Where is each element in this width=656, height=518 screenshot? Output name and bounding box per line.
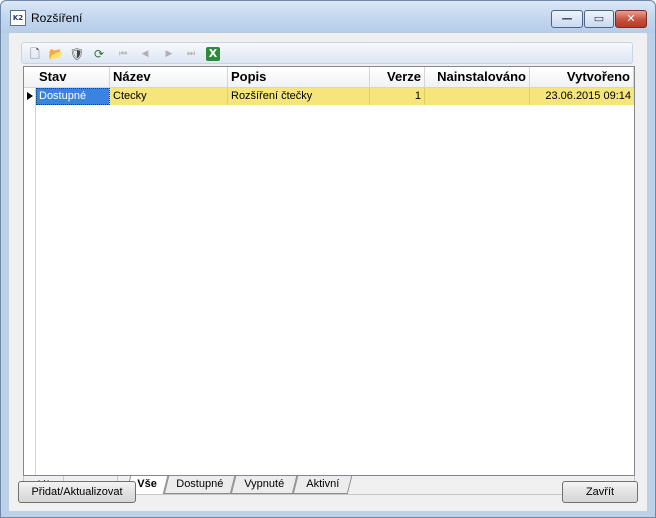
title-bar[interactable]: K2 Rozšíření — ▭ ✕ xyxy=(1,1,655,33)
tab-label: Dostupné xyxy=(176,478,224,490)
cell-nainstalovano[interactable] xyxy=(425,88,530,105)
tab-label: Aktivní xyxy=(306,478,340,490)
row-indicator-column xyxy=(24,67,36,475)
column-header-stav[interactable]: Stav xyxy=(36,67,110,88)
table-row[interactable]: Dostupné Ctecky Rozšíření čtečky 1 23.06… xyxy=(36,88,634,105)
first-record-icon[interactable]: ⏮ xyxy=(114,45,132,63)
add-update-button[interactable]: Přidat/Aktualizovat xyxy=(18,481,136,503)
tab-dostupne[interactable]: Dostupné xyxy=(163,476,236,494)
column-header-verze[interactable]: Verze xyxy=(370,67,425,88)
extensions-window: K2 Rozšíření — ▭ ✕ 🗋 📂 🛡 ⟳ ⏮ ◀ ▶ ⏭ X Sta… xyxy=(0,0,656,518)
tab-aktivni[interactable]: Aktivní xyxy=(292,476,353,494)
cell-popis[interactable]: Rozšíření čtečky xyxy=(228,88,370,105)
toolbar: 🗋 📂 🛡 ⟳ ⏮ ◀ ▶ ⏭ X xyxy=(21,42,633,64)
tab-vypnute[interactable]: Vypnuté xyxy=(230,476,298,494)
previous-record-icon[interactable]: ◀ xyxy=(136,45,154,63)
grid-header: Stav Název Popis Verze Nainstalováno Vyt… xyxy=(24,67,634,88)
minimize-button[interactable]: — xyxy=(551,10,583,28)
refresh-icon[interactable]: ⟳ xyxy=(90,45,108,63)
cell-vytvoreno[interactable]: 23.06.2015 09:14 xyxy=(530,88,634,105)
new-document-icon[interactable]: 🗋 xyxy=(26,45,44,63)
window-title: Rozšíření xyxy=(31,11,83,25)
last-record-icon[interactable]: ⏭ xyxy=(182,45,200,63)
excel-export-icon[interactable]: X xyxy=(206,47,220,61)
shield-icon[interactable]: 🛡 xyxy=(68,45,86,63)
cell-stav[interactable]: Dostupné xyxy=(36,88,110,105)
column-header-nazev[interactable]: Název xyxy=(110,67,228,88)
next-record-icon[interactable]: ▶ xyxy=(160,45,178,63)
current-row-indicator-icon xyxy=(27,92,33,100)
maximize-button[interactable]: ▭ xyxy=(584,10,614,28)
column-header-vytvoreno[interactable]: Vytvořeno xyxy=(530,67,634,88)
cell-verze[interactable]: 1 xyxy=(370,88,425,105)
tab-label: Vypnuté xyxy=(244,478,285,490)
close-button[interactable]: Zavřít xyxy=(562,481,638,503)
extensions-grid[interactable]: Stav Název Popis Verze Nainstalováno Vyt… xyxy=(23,66,635,476)
open-folder-icon[interactable]: 📂 xyxy=(47,45,65,63)
window-client-area: 🗋 📂 🛡 ⟳ ⏮ ◀ ▶ ⏭ X Stav Název Popis Verze… xyxy=(9,33,647,511)
close-window-button[interactable]: ✕ xyxy=(615,10,647,28)
column-header-popis[interactable]: Popis xyxy=(228,67,370,88)
column-header-nainstalovano[interactable]: Nainstalováno xyxy=(425,67,530,88)
app-logo-icon: K2 xyxy=(10,10,26,26)
tab-label: Vše xyxy=(137,478,158,490)
cell-nazev[interactable]: Ctecky xyxy=(110,88,228,105)
